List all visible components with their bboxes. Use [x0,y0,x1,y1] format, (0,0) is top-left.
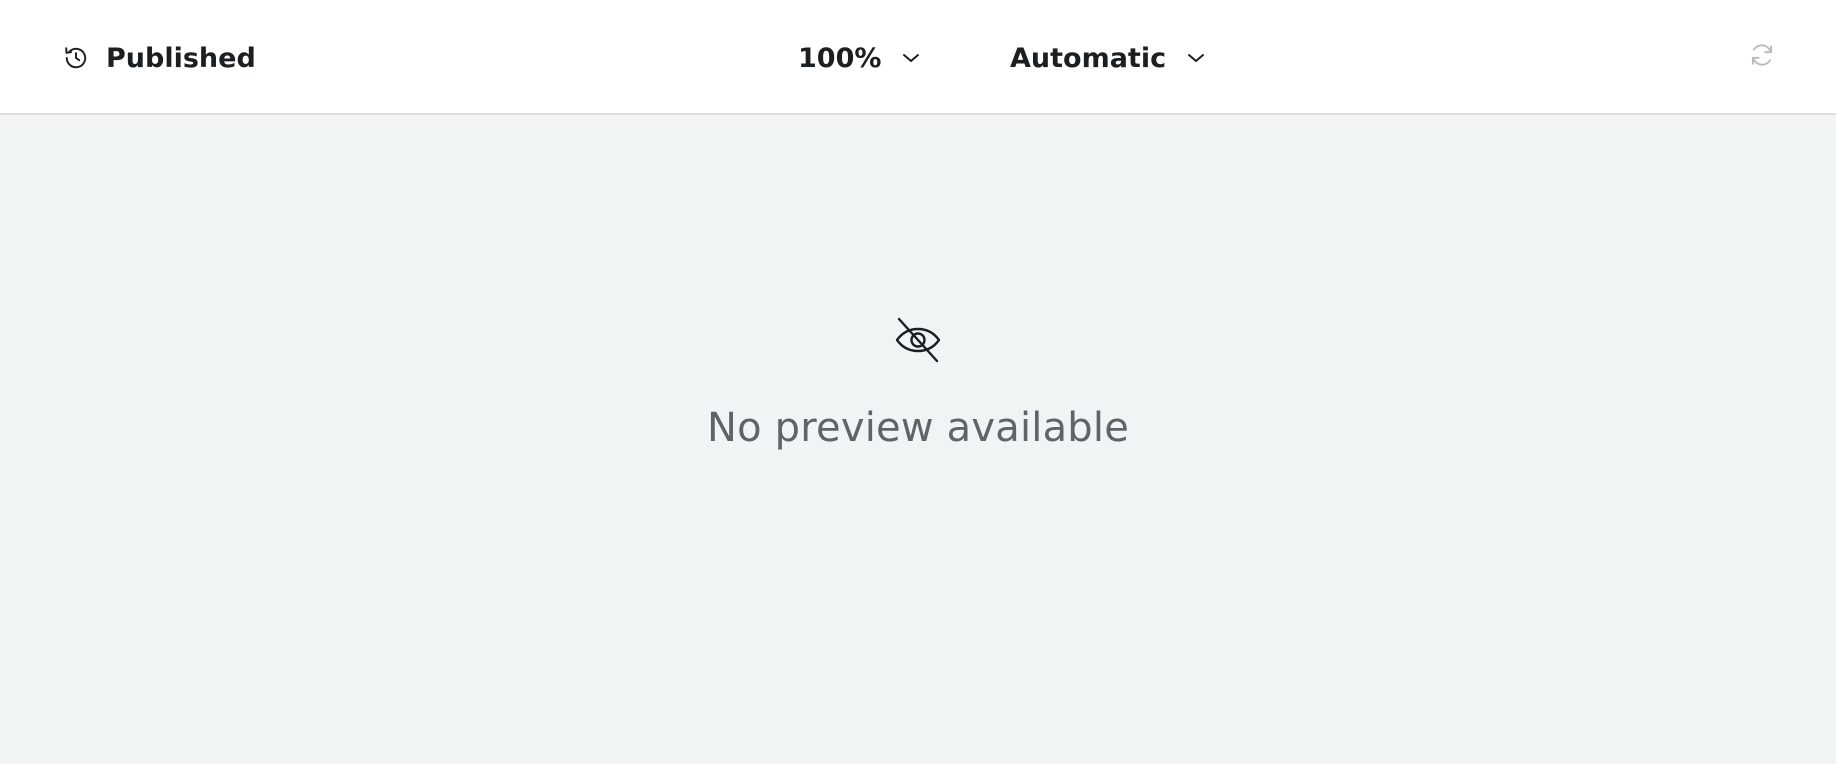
version-status-label: Published [106,42,256,74]
device-value: Automatic [1010,42,1167,74]
refresh-icon [1748,41,1776,73]
preview-toolbar: Published 100% Automatic [0,0,1836,115]
no-preview-message: No preview available [706,405,1130,451]
eye-off-icon [893,315,943,365]
history-icon [62,44,90,72]
version-status-button[interactable]: Published [62,38,256,78]
refresh-button[interactable] [1746,41,1778,73]
chevron-down-icon [1186,48,1206,68]
chevron-down-icon [901,48,921,68]
empty-preview-state: No preview available [0,315,1836,451]
device-dropdown[interactable]: Automatic [1010,38,1206,78]
zoom-dropdown[interactable]: 100% [798,38,921,78]
zoom-value: 100% [798,42,882,74]
